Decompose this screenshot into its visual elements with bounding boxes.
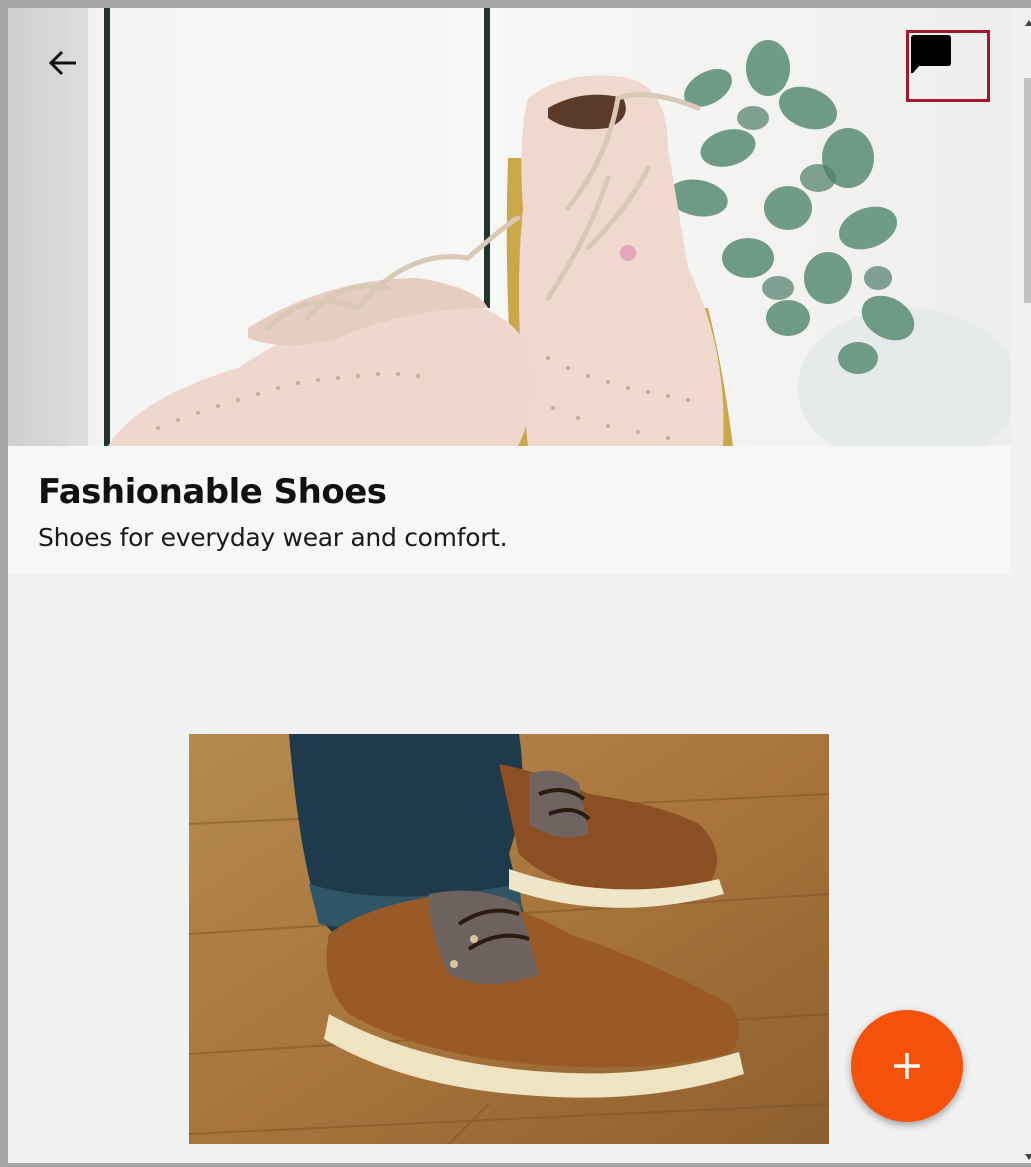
scroll-up-arrow-icon[interactable]	[1023, 16, 1031, 30]
add-fab-button[interactable]	[851, 1010, 963, 1122]
vertical-scrollbar[interactable]	[1019, 8, 1031, 1167]
hero-image	[8, 8, 1011, 446]
product-description: Shoes for everyday wear and comfort.	[38, 522, 508, 552]
scrollbar-thumb[interactable]	[1024, 78, 1031, 303]
chat-button[interactable]	[906, 30, 990, 102]
scroll-down-arrow-icon[interactable]	[1023, 1150, 1031, 1164]
back-button[interactable]	[46, 46, 90, 90]
chat-bubble-icon	[911, 35, 951, 73]
product-title: Fashionable Shoes	[38, 472, 387, 512]
plus-icon	[894, 1053, 920, 1079]
product-image-boat-shoes	[189, 734, 829, 1144]
product-card-info: Fashionable Shoes Shoes for everyday wea…	[8, 446, 1011, 574]
window-bottom-border	[0, 1163, 1031, 1167]
app-window: Fashionable Shoes Shoes for everyday wea…	[0, 0, 1031, 1167]
arrow-left-icon	[48, 50, 76, 76]
